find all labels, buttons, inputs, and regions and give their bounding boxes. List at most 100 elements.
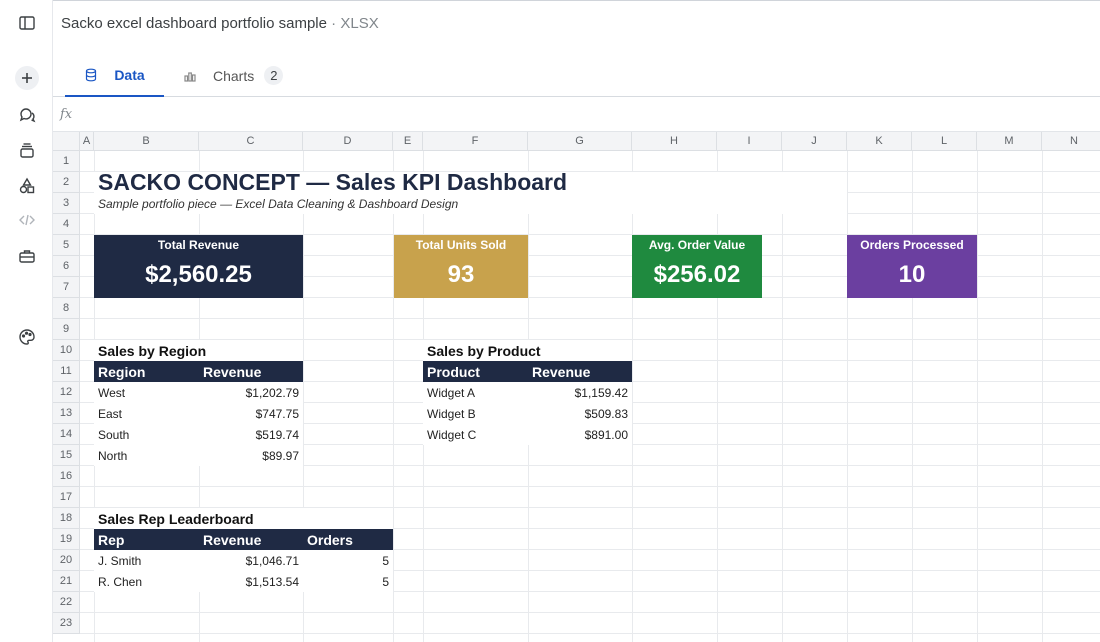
grid-line: [782, 151, 783, 642]
region-cell: $519.74: [199, 424, 303, 445]
row-header[interactable]: 5: [53, 235, 80, 256]
layers-icon[interactable]: [15, 139, 39, 163]
row-header[interactable]: 21: [53, 571, 80, 592]
column-header[interactable]: E: [393, 132, 423, 151]
row-header[interactable]: 12: [53, 382, 80, 403]
kpi-label: Orders Processed: [860, 238, 964, 252]
product-header-cell: Product: [423, 361, 528, 382]
database-icon: [86, 68, 97, 81]
formula-bar[interactable]: fx: [53, 98, 1100, 132]
shapes-icon[interactable]: [15, 174, 39, 198]
code-icon[interactable]: [15, 208, 39, 232]
spreadsheet-grid[interactable]: A B C D E F G H I J K L M N 1 2 3 4 5 6 7 8 9 10 11 12 13 14 15 16 17 1…: [53, 132, 1100, 642]
column-header[interactable]: B: [94, 132, 199, 151]
fx-icon: fx: [60, 107, 73, 122]
kpi-label: Total Units Sold: [415, 238, 507, 252]
charts-count-badge: 2: [264, 66, 284, 85]
leaderboard-section-title: Sales Rep Leaderboard: [94, 508, 393, 529]
product-cell: Widget A: [423, 382, 528, 403]
document-separator: ·: [327, 15, 341, 32]
spreadsheet-app: Sacko excel dashboard portfolio sample ·…: [0, 0, 1100, 642]
kpi-value: $2,560.25: [145, 261, 252, 288]
row-header[interactable]: 11: [53, 361, 80, 382]
leaderboard-cell: 5: [303, 571, 393, 592]
leaderboard-cell: R. Chen: [94, 571, 199, 592]
leaderboard-header-cell: Rep: [94, 529, 199, 550]
product-cell: Widget C: [423, 424, 528, 445]
kpi-card: Orders Processed 10: [847, 235, 977, 298]
row-header[interactable]: 20: [53, 550, 80, 571]
region-header-cell: Revenue: [199, 361, 303, 382]
column-header[interactable]: A: [80, 132, 94, 151]
column-header[interactable]: K: [847, 132, 912, 151]
dashboard-title: SACKO CONCEPT — Sales KPI Dashboard: [94, 172, 847, 193]
dashboard-subtitle: Sample portfolio piece — Excel Data Clea…: [94, 193, 847, 214]
row-header[interactable]: 8: [53, 298, 80, 319]
sidebar-toggle-icon[interactable]: [15, 11, 39, 35]
row-header[interactable]: 9: [53, 319, 80, 340]
grid-line: [977, 151, 978, 642]
plus-icon[interactable]: [15, 66, 39, 90]
grid-line: [1042, 151, 1043, 642]
row-header[interactable]: 22: [53, 592, 80, 613]
grid-line: [80, 318, 1100, 319]
grid-line: [80, 612, 1100, 613]
chat-icon[interactable]: [15, 103, 39, 127]
tab-data-label: Data: [114, 66, 145, 83]
column-header[interactable]: J: [782, 132, 847, 151]
column-header[interactable]: N: [1042, 132, 1100, 151]
region-cell: North: [94, 445, 199, 466]
region-cell: $747.75: [199, 403, 303, 424]
row-header[interactable]: 13: [53, 403, 80, 424]
left-rail: [0, 0, 53, 642]
document-title: Sacko excel dashboard portfolio sample ·…: [61, 15, 379, 32]
palette-icon[interactable]: [15, 325, 39, 349]
column-header[interactable]: H: [632, 132, 717, 151]
leaderboard-cell: $1,046.71: [199, 550, 303, 571]
column-header[interactable]: I: [717, 132, 782, 151]
row-header[interactable]: 4: [53, 214, 80, 235]
row-header[interactable]: 15: [53, 445, 80, 466]
row-header[interactable]: 16: [53, 466, 80, 487]
row-header[interactable]: 18: [53, 508, 80, 529]
row-header[interactable]: 6: [53, 256, 80, 277]
kpi-value: 93: [447, 261, 475, 288]
row-header[interactable]: 1: [53, 151, 80, 172]
briefcase-icon[interactable]: [15, 244, 39, 268]
leaderboard-header-cell: Orders: [303, 529, 393, 550]
row-header[interactable]: 2: [53, 172, 80, 193]
kpi-label: Total Revenue: [157, 238, 240, 252]
region-cell: $1,202.79: [199, 382, 303, 403]
product-cell: $509.83: [528, 403, 632, 424]
product-cell: $891.00: [528, 424, 632, 445]
row-header[interactable]: 17: [53, 487, 80, 508]
column-header[interactable]: L: [912, 132, 977, 151]
tab-charts-label: Charts: [213, 67, 255, 84]
column-header[interactable]: C: [199, 132, 303, 151]
document-extension: XLSX: [340, 15, 379, 32]
row-header[interactable]: 23: [53, 613, 80, 634]
kpi-card: Total Revenue $2,560.25: [94, 235, 303, 298]
region-header-cell: Region: [94, 361, 199, 382]
row-header[interactable]: 19: [53, 529, 80, 550]
row-header[interactable]: 10: [53, 340, 80, 361]
product-section-title: Sales by Product: [423, 340, 632, 361]
row-header[interactable]: 3: [53, 193, 80, 214]
row-header[interactable]: 7: [53, 277, 80, 298]
grid-line: [717, 151, 718, 642]
grid-line: [632, 151, 633, 642]
tab-charts[interactable]: Charts 2: [183, 54, 303, 97]
grid-line: [80, 633, 1100, 634]
column-header[interactable]: M: [977, 132, 1042, 151]
column-header[interactable]: D: [303, 132, 393, 151]
region-cell: East: [94, 403, 199, 424]
grid-line: [393, 151, 394, 642]
tab-data[interactable]: Data: [65, 54, 164, 97]
row-header[interactable]: 14: [53, 424, 80, 445]
column-header[interactable]: F: [423, 132, 528, 151]
kpi-card: Total Units Sold 93: [394, 235, 528, 298]
region-cell: West: [94, 382, 199, 403]
select-all-corner[interactable]: [53, 132, 80, 151]
column-header[interactable]: G: [528, 132, 632, 151]
product-header-cell: Revenue: [528, 361, 632, 382]
